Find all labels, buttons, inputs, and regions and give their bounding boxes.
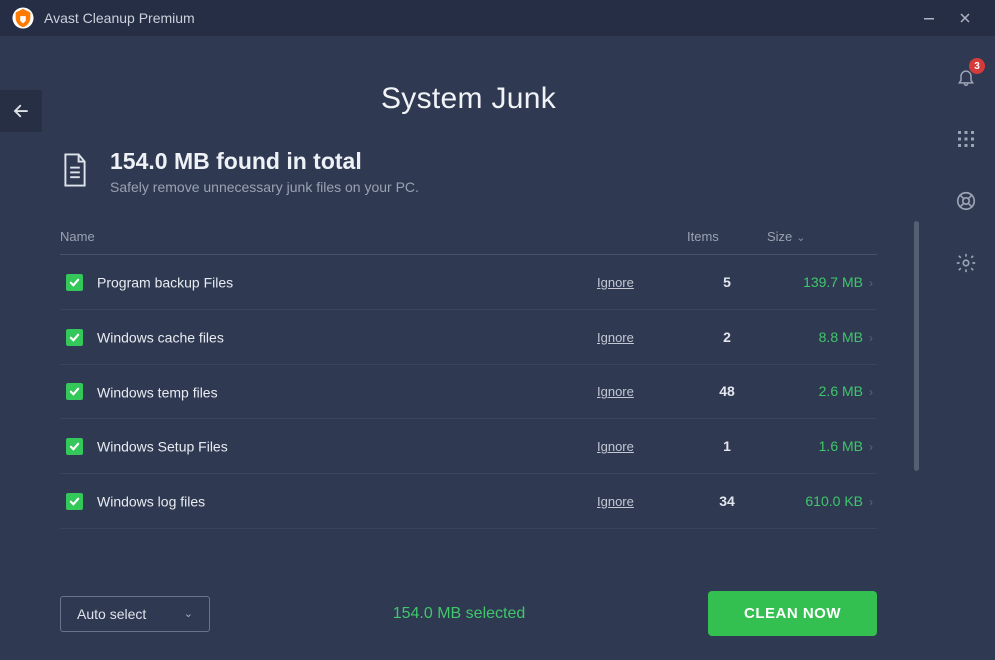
avast-logo-icon — [12, 7, 34, 29]
minimize-button[interactable] — [911, 0, 947, 36]
table-row[interactable]: Windows Setup Files Ignore 1 1.6 MB › — [60, 419, 877, 474]
table-row[interactable]: Windows log files Ignore 34 610.0 KB › — [60, 474, 877, 529]
row-item-count: 5 — [723, 274, 731, 290]
chevron-right-icon[interactable]: › — [869, 440, 873, 454]
row-size: 2.6 MB — [819, 383, 863, 399]
found-heading: 154.0 MB found in total — [110, 148, 419, 175]
row-item-count: 1 — [723, 438, 731, 454]
titlebar: Avast Cleanup Premium — [0, 0, 995, 36]
ignore-link[interactable]: Ignore — [597, 494, 634, 509]
row-name: Windows temp files — [97, 384, 218, 400]
selected-size-text: 154.0 MB selected — [210, 605, 708, 623]
chevron-right-icon[interactable]: › — [869, 495, 873, 509]
table-row[interactable]: Windows temp files Ignore 48 2.6 MB › — [60, 364, 877, 419]
row-checkbox[interactable] — [66, 493, 83, 510]
menu-grid-button[interactable] — [953, 126, 979, 152]
close-button[interactable] — [947, 0, 983, 36]
column-header-items[interactable]: Items — [687, 221, 767, 255]
row-name: Windows log files — [97, 493, 205, 509]
right-sidebar: 3 — [937, 36, 995, 660]
row-name: Program backup Files — [97, 274, 233, 290]
row-item-count: 34 — [719, 493, 735, 509]
chevron-right-icon[interactable]: › — [869, 385, 873, 399]
settings-button[interactable] — [953, 250, 979, 276]
row-checkbox[interactable] — [66, 329, 83, 346]
row-checkbox[interactable] — [66, 274, 83, 291]
auto-select-label: Auto select — [77, 606, 146, 622]
row-name: Windows Setup Files — [97, 439, 228, 455]
column-header-size[interactable]: Size ⌄ — [767, 221, 877, 255]
table-row[interactable]: Windows cache files Ignore 2 8.8 MB › — [60, 309, 877, 364]
footer-bar: Auto select ⌄ 154.0 MB selected CLEAN NO… — [0, 591, 937, 636]
column-header-name[interactable]: Name — [60, 221, 597, 255]
main-panel: System Junk 154.0 MB found in total Safe… — [0, 36, 937, 660]
page-title: System Junk — [0, 82, 937, 116]
row-size: 8.8 MB — [819, 329, 863, 345]
ignore-link[interactable]: Ignore — [597, 439, 634, 454]
ignore-link[interactable]: Ignore — [597, 330, 634, 345]
support-button[interactable] — [953, 188, 979, 214]
auto-select-dropdown[interactable]: Auto select ⌄ — [60, 596, 210, 632]
row-name: Windows cache files — [97, 329, 224, 345]
chevron-right-icon[interactable]: › — [869, 331, 873, 345]
app-name: Avast Cleanup Premium — [44, 10, 195, 26]
clean-now-button[interactable]: CLEAN NOW — [708, 591, 877, 636]
column-header-ignore — [597, 221, 687, 255]
document-icon — [60, 152, 92, 193]
scrollbar[interactable] — [914, 221, 919, 471]
notifications-button[interactable]: 3 — [953, 64, 979, 90]
row-item-count: 48 — [719, 383, 735, 399]
notification-badge: 3 — [969, 58, 985, 74]
back-button[interactable] — [0, 90, 42, 132]
row-size: 1.6 MB — [819, 438, 863, 454]
summary-block: 154.0 MB found in total Safely remove un… — [60, 148, 877, 195]
found-subtext: Safely remove unnecessary junk files on … — [110, 179, 419, 195]
chevron-down-icon: ⌄ — [184, 607, 193, 620]
results-table: Name Items Size ⌄ Program backup Files Ign… — [60, 221, 877, 529]
chevron-down-icon: ⌄ — [796, 232, 805, 244]
column-header-size-label: Size — [767, 229, 792, 244]
row-size: 610.0 KB — [805, 493, 863, 509]
chevron-right-icon[interactable]: › — [869, 276, 873, 290]
row-item-count: 2 — [723, 329, 731, 345]
row-checkbox[interactable] — [66, 383, 83, 400]
ignore-link[interactable]: Ignore — [597, 384, 634, 399]
ignore-link[interactable]: Ignore — [597, 275, 634, 290]
row-checkbox[interactable] — [66, 438, 83, 455]
table-row[interactable]: Program backup Files Ignore 5 139.7 MB › — [60, 255, 877, 310]
row-size: 139.7 MB — [803, 274, 863, 290]
